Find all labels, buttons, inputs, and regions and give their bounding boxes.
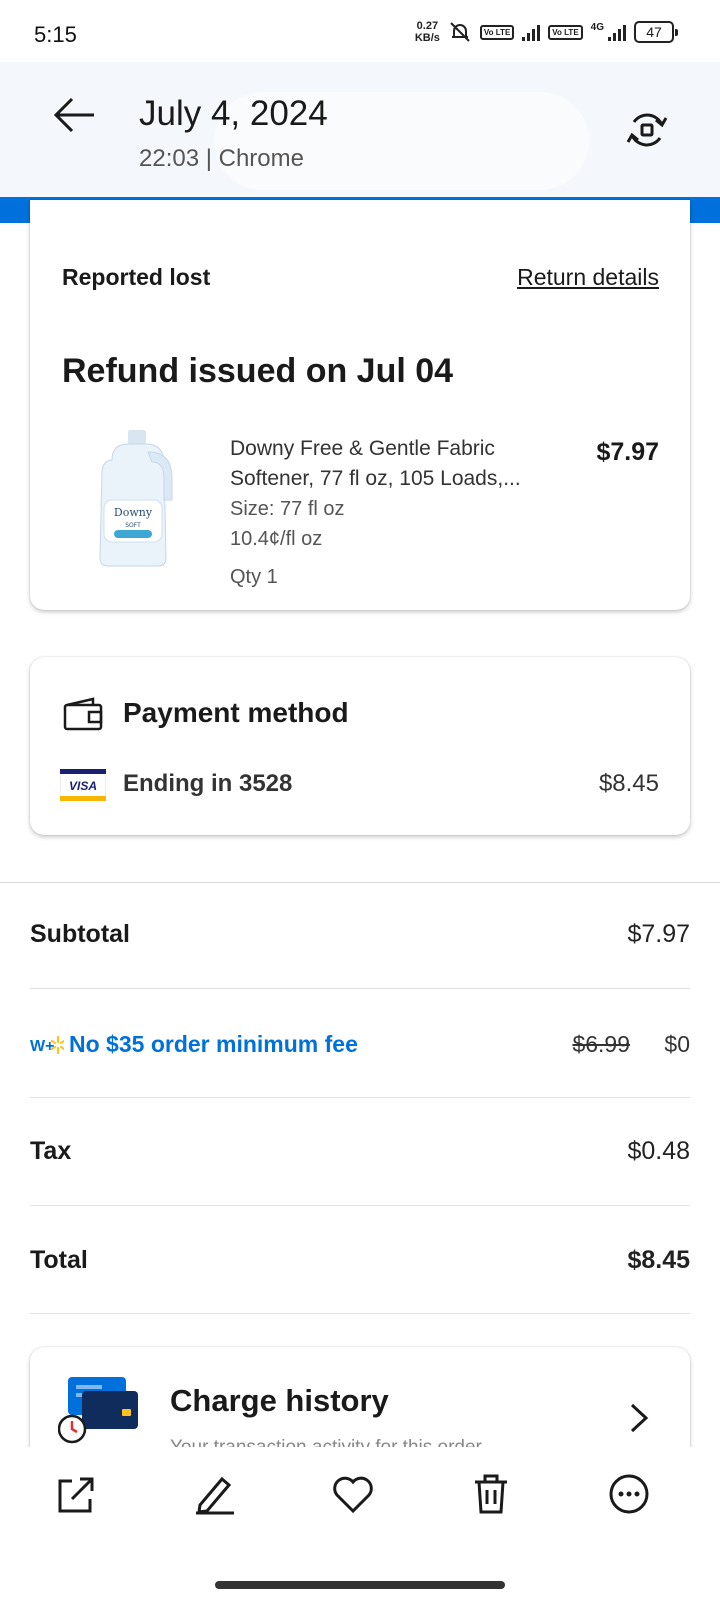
header-subtitle: 22:03 | Chrome <box>139 145 304 172</box>
walmart-plus-icon: W+ <box>30 1035 64 1055</box>
product-quantity: Qty 1 <box>230 566 278 588</box>
mute-bell-icon <box>450 22 470 42</box>
signal-icon-2 <box>608 23 626 41</box>
return-details-link[interactable]: Return details <box>517 264 659 291</box>
reload-page-icon[interactable] <box>624 107 670 153</box>
total-value: $8.45 <box>627 1246 690 1274</box>
product-unit-price: 10.4¢/fl oz <box>230 528 323 550</box>
status-bar: 5:15 0.27 KB/s Vo LTE Vo LTE 4G 47 <box>0 0 720 62</box>
fee-current-value: $0 <box>664 1031 690 1057</box>
chevron-right-icon <box>630 1403 649 1433</box>
payment-method-card: Payment method VISA Ending in 3528 $8.45 <box>30 657 690 835</box>
subtotal-row: Subtotal $7.97 <box>30 920 690 960</box>
product-size: Size: 77 fl oz <box>230 498 345 520</box>
refund-title: Refund issued on Jul 04 <box>62 352 454 390</box>
network-speed-unit: KB/s <box>414 32 440 44</box>
product-price: $7.97 <box>596 438 659 466</box>
card-ending: Ending in 3528 <box>123 770 293 797</box>
product-brand: Downy <box>114 506 153 519</box>
volte-badge-2: Vo LTE <box>548 24 583 40</box>
edit-icon[interactable] <box>192 1471 238 1517</box>
product-image[interactable]: Downy SOFT <box>92 430 182 570</box>
back-arrow-icon[interactable] <box>52 92 98 138</box>
trash-icon[interactable] <box>468 1471 514 1517</box>
return-status-label: Reported lost <box>62 264 211 290</box>
card-brand-label: VISA <box>69 779 97 793</box>
fee-row: W+ No $35 order minimum fee $6.99 $0 <box>30 1031 690 1071</box>
home-indicator[interactable] <box>215 1581 505 1589</box>
charge-history-title: Charge history <box>170 1383 389 1418</box>
row-divider <box>30 1205 690 1206</box>
wallet-icon <box>63 697 103 731</box>
charge-history-card[interactable]: Charge history Your transaction activity… <box>30 1347 690 1457</box>
more-icon[interactable] <box>606 1471 652 1517</box>
payment-method-title: Payment method <box>123 697 349 728</box>
bottom-toolbar <box>0 1447 720 1599</box>
battery-icon: 47 <box>634 21 678 43</box>
heart-icon[interactable] <box>330 1471 376 1517</box>
tax-value: $0.48 <box>627 1137 690 1165</box>
network-type: 4G <box>590 21 604 33</box>
no-minimum-fee-label: No $35 order minimum fee <box>69 1031 358 1057</box>
status-time: 5:15 <box>34 22 77 47</box>
row-divider <box>30 988 690 989</box>
product-name[interactable]: Downy Free & Gentle Fabric Softener, 77 … <box>230 434 540 494</box>
fee-original-value: $6.99 <box>572 1031 630 1057</box>
status-icons: 0.27 KB/s Vo LTE Vo LTE 4G 47 <box>415 20 678 44</box>
refund-card: Reported lost Return details Refund issu… <box>30 200 690 610</box>
charge-history-icon <box>58 1377 138 1444</box>
row-divider <box>30 1313 690 1314</box>
tax-label: Tax <box>30 1137 72 1165</box>
payment-amount: $8.45 <box>598 770 659 797</box>
share-icon[interactable] <box>54 1471 100 1517</box>
row-divider <box>30 1097 690 1098</box>
section-divider <box>0 882 720 883</box>
total-label: Total <box>30 1246 88 1274</box>
signal-icon-1 <box>522 23 541 41</box>
header-title: July 4, 2024 <box>139 94 328 133</box>
volte-badge-1: Vo LTE <box>479 24 515 40</box>
product-brand-sub: SOFT <box>125 522 141 529</box>
svg-text:W+: W+ <box>30 1038 54 1055</box>
subtotal-value: $7.97 <box>627 920 690 948</box>
network-speed: 0.27 KB/s <box>415 20 440 44</box>
visa-card-icon: VISA <box>60 769 106 801</box>
network-speed-value: 0.27 <box>416 20 439 32</box>
tax-row: Tax $0.48 <box>30 1137 690 1177</box>
subtotal-label: Subtotal <box>30 920 130 948</box>
total-row: Total $8.45 <box>30 1246 690 1286</box>
